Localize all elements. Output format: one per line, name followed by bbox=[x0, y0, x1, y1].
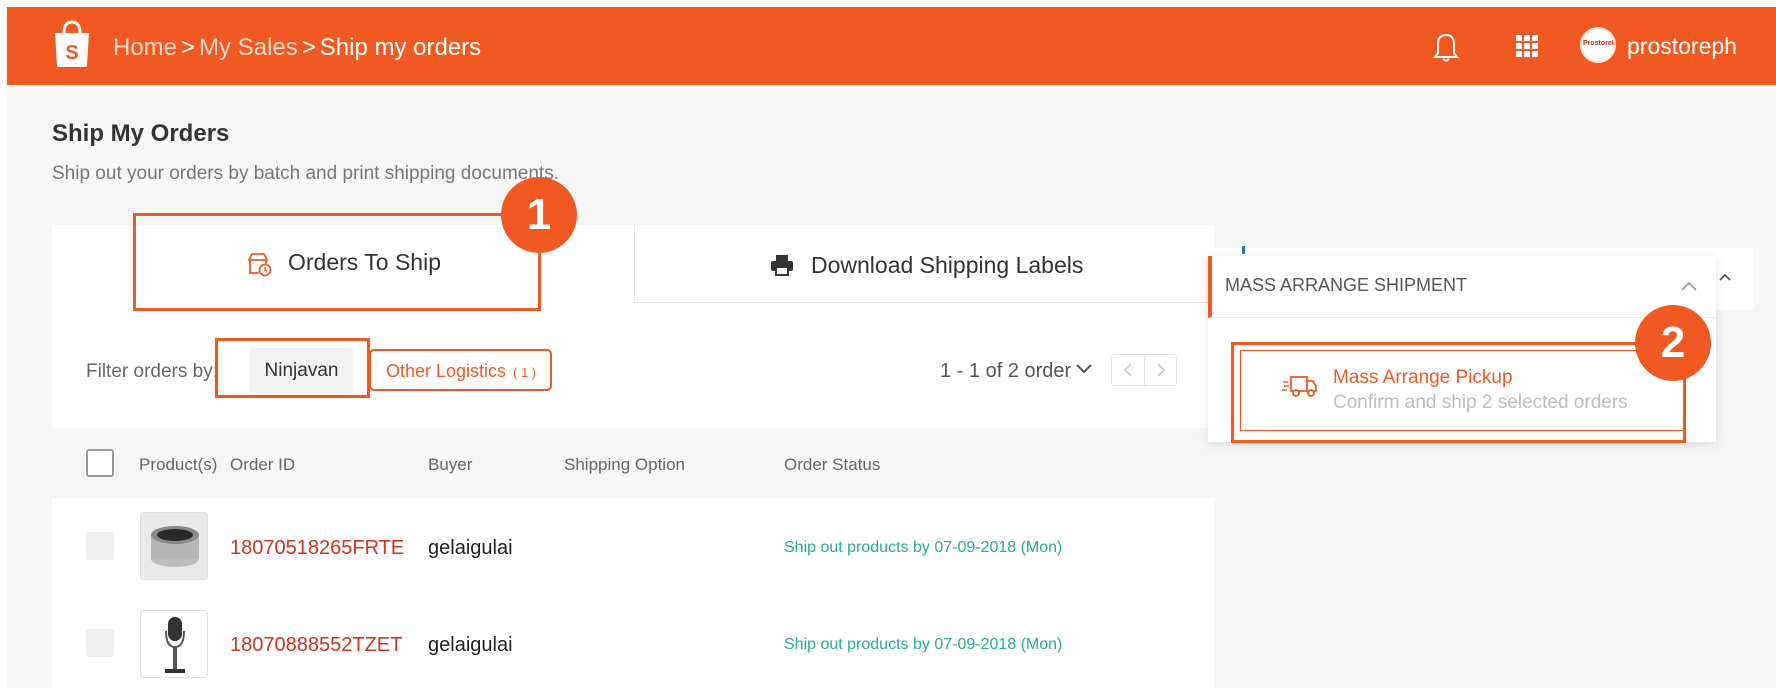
order-status: Ship out products by 07-09-2018 (Mon) bbox=[784, 539, 1063, 556]
avatar[interactable]: ProstoreP bbox=[1580, 27, 1616, 63]
filter-other-logistics-label: Other Logistics bbox=[386, 361, 507, 381]
breadcrumb-my-sales[interactable]: My Sales bbox=[199, 34, 298, 61]
row-checkbox[interactable] bbox=[86, 532, 114, 560]
pagination-summary: 1 - 1 of 2 order bbox=[940, 360, 1072, 382]
highlight-ninjavan bbox=[215, 338, 370, 398]
tab-download-shipping-labels-label: Download Shipping Labels bbox=[811, 252, 1084, 278]
buyer-name: gelaigulai bbox=[428, 634, 513, 656]
step-badge-2: 2 bbox=[1635, 305, 1711, 381]
chevron-right-icon[interactable] bbox=[1155, 363, 1167, 377]
breadcrumb-separator: > bbox=[301, 34, 316, 61]
row-checkbox[interactable] bbox=[86, 629, 114, 657]
username[interactable]: prostoreph bbox=[1627, 33, 1737, 60]
highlight-orders-to-ship bbox=[133, 213, 541, 311]
chevron-up-icon[interactable] bbox=[1680, 280, 1698, 292]
column-products: Product(s) bbox=[139, 455, 218, 474]
chevron-up-icon[interactable] bbox=[1718, 272, 1732, 282]
buyer-name: gelaigulai bbox=[428, 537, 513, 559]
mass-arrange-title: MASS ARRANGE SHIPMENT bbox=[1225, 275, 1468, 295]
page-title: Ship My Orders bbox=[52, 120, 230, 147]
apps-grid-icon[interactable] bbox=[1515, 34, 1539, 58]
column-order-status: Order Status bbox=[784, 455, 881, 474]
highlight-mass-arrange-pickup bbox=[1231, 342, 1686, 443]
bell-icon[interactable] bbox=[1433, 32, 1459, 62]
column-shipping-option: Shipping Option bbox=[564, 455, 685, 474]
product-thumbnail-speaker[interactable] bbox=[140, 512, 208, 580]
microphone-product-image bbox=[141, 611, 207, 677]
svg-text:S: S bbox=[65, 42, 78, 64]
breadcrumb-home[interactable]: Home bbox=[113, 34, 177, 61]
shopee-logo-icon[interactable]: S bbox=[48, 19, 96, 69]
column-order-id: Order ID bbox=[230, 455, 296, 474]
product-thumbnail-microphone[interactable] bbox=[140, 610, 208, 678]
order-status: Ship out products by 07-09-2018 (Mon) bbox=[784, 636, 1063, 653]
order-id-link[interactable]: 18070888552TZET bbox=[230, 634, 402, 657]
page: S Home > My Sales > Ship my orders ProstoreP… bbox=[0, 0, 1776, 688]
printer-icon bbox=[771, 255, 793, 276]
chevron-down-icon[interactable] bbox=[1075, 362, 1093, 376]
pagination-controls bbox=[1111, 354, 1177, 386]
step-badge-1: 1 bbox=[501, 177, 577, 253]
filter-other-logistics-button[interactable]: Other Logistics ( 1 ) bbox=[369, 349, 552, 391]
pagination-divider bbox=[1144, 355, 1145, 385]
breadcrumb-current: Ship my orders bbox=[319, 34, 482, 61]
page-subtitle: Ship out your orders by batch and print … bbox=[52, 163, 559, 184]
breadcrumb-separator: > bbox=[181, 34, 196, 61]
filter-other-logistics-count: ( 1 ) bbox=[513, 365, 537, 380]
panel-accent-mark bbox=[1242, 246, 1245, 254]
breadcrumb: Home > My Sales > Ship my orders bbox=[113, 34, 481, 62]
column-buyer: Buyer bbox=[428, 455, 473, 474]
filter-label: Filter orders by: bbox=[86, 361, 218, 382]
speaker-product-image bbox=[141, 513, 207, 579]
select-all-checkbox[interactable] bbox=[86, 449, 114, 477]
order-id-link[interactable]: 18070518265FRTE bbox=[230, 537, 404, 560]
chevron-left-icon[interactable] bbox=[1122, 363, 1134, 377]
avatar-text: ProstoreP bbox=[1583, 40, 1616, 47]
